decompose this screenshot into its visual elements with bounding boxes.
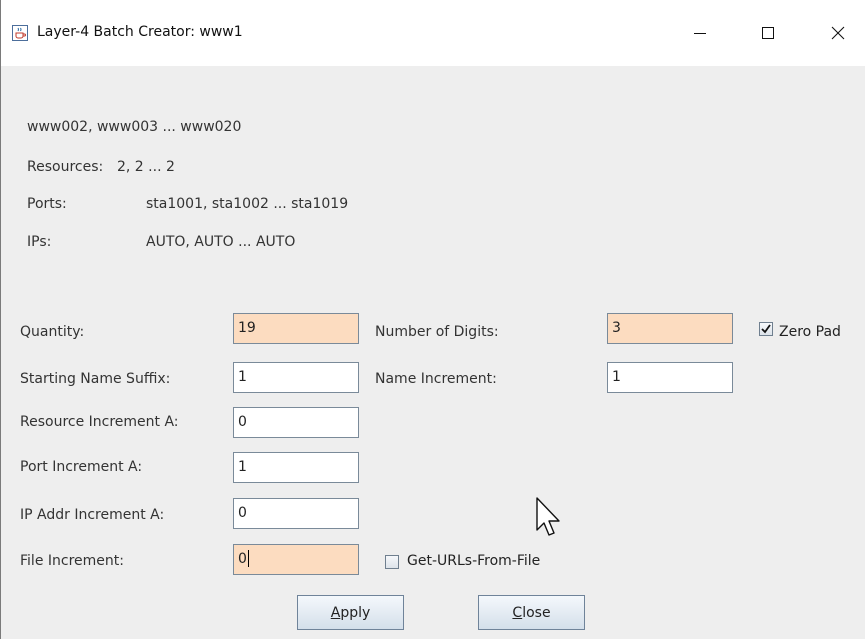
zero-pad-label[interactable]: Zero Pad [779,324,841,340]
minimize-icon [694,33,706,34]
ip-increment-label: IP Addr Increment A: [20,507,165,523]
get-urls-checkbox[interactable] [385,555,399,569]
mouse-pointer-icon [536,497,560,536]
name-increment-label: Name Increment: [375,371,497,387]
resource-increment-label: Resource Increment A: [20,414,179,430]
name-increment-field[interactable]: 1 [607,362,733,393]
get-urls-label[interactable]: Get-URLs-From-File [407,553,540,569]
close-icon [831,26,845,40]
maximize-button[interactable] [745,14,791,52]
text-caret [247,549,249,567]
start-suffix-label: Starting Name Suffix: [20,371,171,387]
apply-button[interactable]: Apply [297,595,404,630]
zero-pad-checkbox[interactable] [759,322,773,336]
ips-value: AUTO, AUTO ... AUTO [146,234,296,250]
ip-increment-field[interactable]: 0 [233,498,359,529]
port-increment-field[interactable]: 1 [233,452,359,483]
num-digits-field[interactable]: 3 [607,313,733,344]
start-suffix-field[interactable]: 1 [233,362,359,393]
summary-names: www002, www003 ... www020 [27,119,242,135]
file-increment-value: 0 [238,551,247,567]
quantity-label: Quantity: [20,324,85,340]
maximize-icon [762,27,774,39]
resource-increment-field[interactable]: 0 [233,407,359,438]
batch-creator-window: Layer-4 Batch Creator: www1 www002, www0… [0,0,865,639]
file-increment-field[interactable]: 0 [233,544,359,575]
minimize-button[interactable] [677,14,723,52]
ports-label: Ports: [27,196,67,212]
java-cup-icon [12,25,28,41]
checkmark-icon [761,324,771,334]
resources-label: Resources: [27,159,104,175]
resources-value: 2, 2 ... 2 [117,159,175,175]
close-window-button[interactable] [815,14,861,52]
port-increment-label: Port Increment A: [20,459,143,475]
apply-label-rest: pply [340,604,371,621]
ips-label: IPs: [27,234,52,250]
title-bar[interactable]: Layer-4 Batch Creator: www1 [1,0,865,66]
apply-mnemonic: A [330,604,341,621]
close-label-rest: lose [522,604,551,621]
ports-value: sta1001, sta1002 ... sta1019 [146,196,349,212]
close-mnemonic: C [512,604,523,621]
file-increment-label: File Increment: [20,553,124,569]
quantity-field[interactable]: 19 [233,313,359,344]
num-digits-label: Number of Digits: [375,324,499,340]
close-button[interactable]: Close [478,595,585,630]
window-title: Layer-4 Batch Creator: www1 [37,24,243,40]
